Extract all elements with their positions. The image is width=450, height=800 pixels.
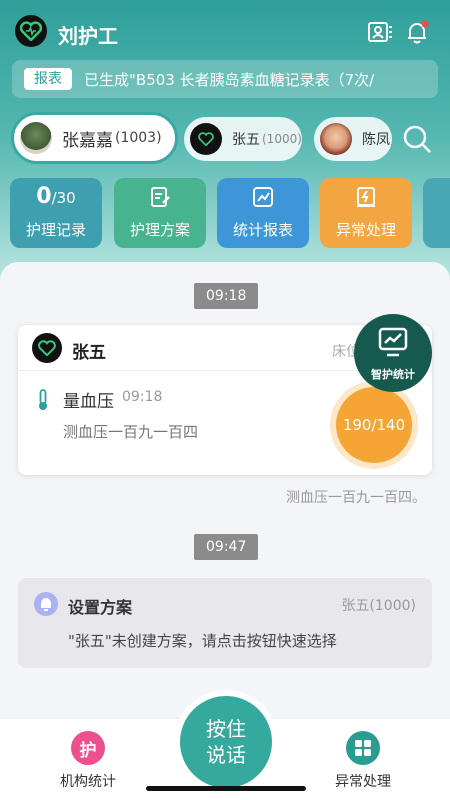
patient-chip[interactable]: 陈凤贞: [314, 117, 392, 161]
patient-id: (1003): [115, 130, 162, 146]
alert-bolt-icon: [357, 187, 375, 207]
fab-label: 智护统计: [371, 368, 415, 381]
report-notice-bar[interactable]: 报表 已生成"B503 长者胰岛素血糖记录表（7次/: [12, 60, 438, 98]
app-logo: [15, 15, 47, 47]
voice-label-line1: 按住: [206, 717, 246, 741]
thermometer-icon: [39, 389, 47, 410]
notice-tag: 报表: [24, 68, 72, 90]
record-description: 测血压一百九一百四: [63, 423, 199, 441]
bell-icon: [34, 592, 58, 616]
record-title: 量血压: [63, 392, 114, 412]
bell-icon[interactable]: [403, 18, 431, 46]
plan-title: 设置方案: [68, 598, 133, 617]
record-count: 0/30: [36, 184, 76, 209]
patient-name: 陈凤贞: [362, 132, 392, 148]
home-indicator: [146, 786, 306, 791]
heart-logo-icon: [20, 21, 42, 41]
page-title: 刘护工: [58, 24, 118, 48]
patient-name: 张嘉嘉: [62, 130, 113, 151]
heart-logo-icon: [198, 132, 214, 146]
hold-to-talk-button[interactable]: 按住 说话: [174, 690, 278, 794]
timestamp-badge: 09:47: [194, 534, 259, 560]
blood-pressure-value: 190/140: [336, 387, 412, 463]
patient-chip-active[interactable]: 张嘉嘉 (1003): [11, 112, 178, 164]
plan-patient: 张五(1000): [341, 598, 416, 614]
plan-notice-card[interactable]: 设置方案 张五(1000) "张五"未创建方案，请点击按钮快速选择: [18, 578, 432, 668]
care-plans-card[interactable]: 护理方案: [114, 178, 206, 248]
record-time: 09:18: [122, 389, 163, 405]
heart-logo-icon: [38, 340, 56, 356]
record-patient-name: 张五: [72, 343, 106, 363]
avatar: [32, 333, 62, 363]
voice-label-line2: 说话: [206, 743, 246, 767]
avatar: [20, 122, 52, 154]
contact-card-icon[interactable]: [366, 18, 394, 46]
care-icon: 护: [71, 731, 105, 765]
care-records-label: 护理记录: [25, 221, 86, 239]
smart-care-stats-button[interactable]: 智护统计: [354, 314, 432, 392]
notice-text: 已生成"B503 长者胰岛素血糖记录表（7次/: [84, 71, 375, 89]
abnormal-handling-card[interactable]: 异常处理: [320, 178, 412, 248]
care-records-card[interactable]: 0/30 护理记录: [10, 178, 102, 248]
voice-transcript: 测血压一百九一百四。: [286, 490, 426, 506]
tab-institution-stats[interactable]: 护 机构统计: [38, 731, 138, 791]
patient-id: (1000): [262, 132, 302, 146]
timestamp-badge: 09:18: [194, 283, 259, 309]
statistics-report-label: 统计报表: [232, 221, 293, 239]
patient-selector: 张嘉嘉 (1003) 张五 (1000) 陈凤贞: [0, 112, 450, 166]
statistics-report-card[interactable]: 统计报表: [217, 178, 309, 248]
grid-heart-icon: [346, 731, 380, 765]
edit-document-icon: [151, 187, 170, 207]
plan-description: "张五"未创建方案，请点击按钮快速选择: [68, 632, 337, 650]
more-features-card[interactable]: [423, 178, 450, 248]
feature-cards: 0/30 护理记录 护理方案 统计报表 异常处理: [0, 178, 450, 250]
search-icon[interactable]: [402, 124, 432, 154]
avatar: [190, 123, 222, 155]
avatar: [320, 123, 352, 155]
care-plans-label: 护理方案: [129, 221, 190, 239]
app-header: 刘护工: [0, 12, 450, 52]
chart-icon: [253, 187, 273, 207]
tab-label: 异常处理: [335, 774, 391, 790]
patient-chip[interactable]: 张五 (1000): [184, 117, 302, 161]
tab-abnormal-handling[interactable]: 异常处理: [313, 731, 413, 791]
patient-name: 张五: [232, 132, 260, 148]
abnormal-handling-label: 异常处理: [335, 221, 396, 239]
monitor-chart-icon: [378, 327, 408, 357]
tab-label: 机构统计: [60, 774, 116, 790]
